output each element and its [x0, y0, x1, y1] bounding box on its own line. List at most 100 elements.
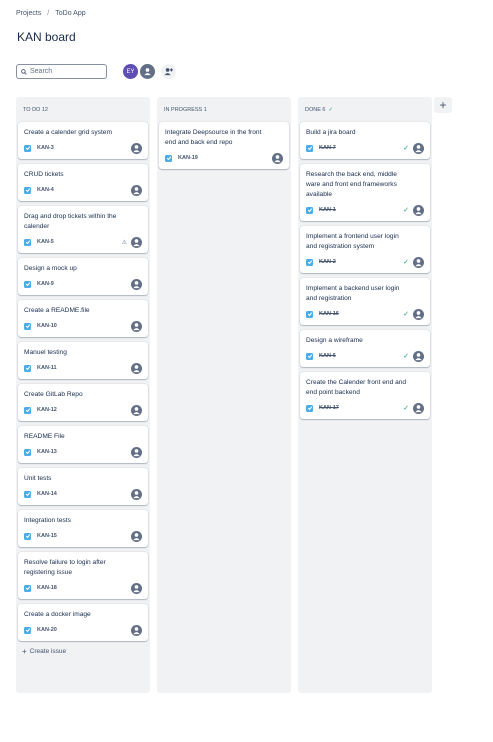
issue-footer: KAN-11 [24, 362, 142, 374]
issue-meta [131, 404, 142, 416]
plus-icon: + [22, 647, 27, 656]
issue-footer: KAN-12 [24, 404, 142, 416]
issue-card[interactable]: Design a mock up KAN-9 [18, 258, 148, 295]
done-check-icon: ✓ [403, 145, 409, 152]
assignee-avatar[interactable] [413, 142, 424, 154]
issue-key[interactable]: KAN-11 [37, 365, 57, 371]
assignee-avatar[interactable] [413, 308, 424, 320]
assignee-avatar[interactable] [131, 184, 142, 196]
issue-card[interactable]: Integrate Deepsource in the front end an… [159, 122, 289, 169]
issue-key[interactable]: KAN-10 [37, 323, 57, 329]
issue-key[interactable]: KAN-3 [37, 145, 54, 151]
card-list: Build a jira board KAN-7 ✓ Research the bac… [298, 122, 432, 419]
issue-key[interactable]: KAN-18 [37, 585, 57, 591]
assignee-avatar[interactable] [131, 142, 142, 154]
assignee-avatar[interactable] [131, 446, 142, 458]
issue-card[interactable]: Create a README.file KAN-10 [18, 300, 148, 337]
issue-title: Resolve failure to login after registeri… [24, 559, 106, 576]
plus-icon: + [439, 98, 447, 112]
issue-title: Create GitLab Repo [24, 391, 83, 398]
assignee-avatar[interactable] [413, 204, 424, 216]
issue-title: Unit tests [24, 475, 52, 482]
avatar-user[interactable] [140, 64, 155, 79]
assignee-avatar[interactable] [131, 624, 142, 636]
issue-key[interactable]: KAN-2 [319, 259, 336, 265]
issue-key[interactable]: KAN-9 [37, 281, 54, 287]
issue-card[interactable]: Implement a frontend user login and regi… [300, 226, 430, 273]
done-check-icon: ✓ [403, 259, 409, 266]
assignee-avatar[interactable] [131, 362, 142, 374]
issue-card[interactable]: Research the back end, middle ware and f… [300, 164, 430, 221]
issue-key[interactable]: KAN-17 [319, 405, 339, 411]
issue-key[interactable]: KAN-15 [37, 533, 57, 539]
issue-meta: ⚠ [121, 236, 142, 248]
issue-key[interactable]: KAN-1 [319, 207, 336, 213]
breadcrumb-app[interactable]: ToDo App [55, 10, 85, 17]
issue-card[interactable]: Create GitLab Repo KAN-12 [18, 384, 148, 421]
issue-card[interactable]: Design a wireframe KAN-6 ✓ [300, 330, 430, 367]
assignee-avatar[interactable] [413, 350, 424, 362]
task-type-icon [24, 448, 31, 456]
assignee-avatar[interactable] [131, 404, 142, 416]
add-column-button[interactable]: + [434, 97, 452, 113]
issue-key[interactable]: KAN-16 [319, 311, 339, 317]
create-issue-button[interactable]: + Create issue [16, 647, 150, 656]
issue-card[interactable]: README File KAN-13 [18, 426, 148, 463]
issue-footer: KAN-4 [24, 184, 142, 196]
issue-card[interactable]: Unit tests KAN-14 [18, 468, 148, 505]
issue-meta [131, 582, 142, 594]
task-type-icon [306, 310, 313, 318]
issue-card[interactable]: Build a jira board KAN-7 ✓ [300, 122, 430, 159]
task-type-icon [24, 532, 31, 540]
assignee-avatar[interactable] [131, 530, 142, 542]
issue-title: Design a wireframe [306, 337, 363, 344]
issue-key[interactable]: KAN-14 [37, 491, 57, 497]
page-title: KAN board [17, 30, 76, 44]
assignee-avatar[interactable] [131, 582, 142, 594]
create-issue-label: Create issue [29, 648, 67, 655]
warning-icon: ⚠ [121, 239, 127, 246]
issue-key[interactable]: KAN-7 [319, 145, 336, 151]
issue-meta: ✓ [403, 308, 424, 320]
issue-card[interactable]: CRUD tickets KAN-4 [18, 164, 148, 201]
assignee-avatar[interactable] [413, 256, 424, 268]
issue-card[interactable]: Create the Calender front end and end po… [300, 372, 430, 419]
add-people-button[interactable] [161, 64, 176, 79]
issue-footer: KAN-13 [24, 446, 142, 458]
task-type-icon [24, 584, 31, 592]
issue-card[interactable]: Integration tests KAN-15 [18, 510, 148, 547]
issue-card[interactable]: Resolve failure to login after registeri… [18, 552, 148, 599]
issue-card[interactable]: Drag and drop tickets within the calende… [18, 206, 148, 253]
issue-title: README File [24, 433, 65, 440]
issue-card[interactable]: Implement a backend user login and regis… [300, 278, 430, 325]
task-type-icon [306, 352, 313, 360]
issue-meta: ✓ [403, 204, 424, 216]
issue-card[interactable]: Manuel testing KAN-11 [18, 342, 148, 379]
issue-card[interactable]: Create a docker image KAN-20 [18, 604, 148, 641]
issue-key[interactable]: KAN-19 [178, 155, 198, 161]
done-check-icon: ✓ [403, 311, 409, 318]
issue-key[interactable]: KAN-13 [37, 449, 57, 455]
issue-key[interactable]: KAN-5 [37, 239, 54, 245]
breadcrumb-projects[interactable]: Projects [16, 10, 41, 17]
issue-card[interactable]: Create a calender grid system KAN-3 [18, 122, 148, 159]
assignee-avatar[interactable] [413, 402, 424, 414]
search-input[interactable]: Search [16, 64, 107, 79]
issue-meta: ✓ [403, 256, 424, 268]
add-person-icon [164, 68, 173, 76]
column-title: IN PROGRESS 1 [164, 106, 207, 113]
assignee-avatar[interactable] [272, 152, 283, 164]
issue-footer: KAN-10 [24, 320, 142, 332]
column-header: IN PROGRESS 1 [157, 97, 291, 122]
avatar-ey[interactable]: EY [123, 64, 138, 79]
issue-key[interactable]: KAN-12 [37, 407, 57, 413]
issue-key[interactable]: KAN-6 [319, 353, 336, 359]
assignee-avatar[interactable] [131, 236, 142, 248]
issue-key[interactable]: KAN-20 [37, 627, 57, 633]
assignee-avatar[interactable] [131, 278, 142, 290]
issue-key[interactable]: KAN-4 [37, 187, 54, 193]
issue-meta [131, 142, 142, 154]
task-type-icon [306, 206, 313, 214]
assignee-avatar[interactable] [131, 320, 142, 332]
assignee-avatar[interactable] [131, 488, 142, 500]
